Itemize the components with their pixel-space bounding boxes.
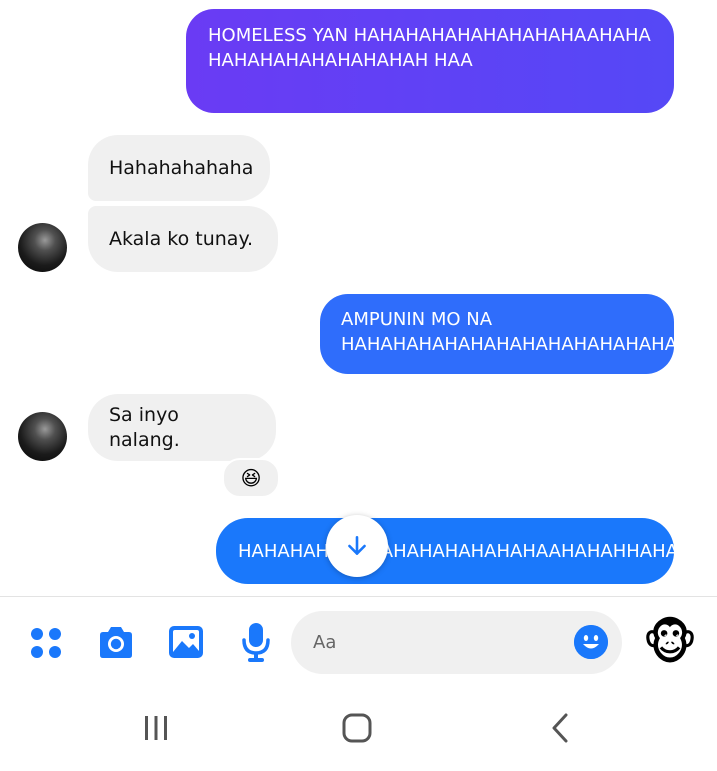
message-bubble-incoming[interactable]: Akala ko tunay.	[88, 206, 278, 272]
recent-apps-icon[interactable]	[136, 710, 176, 746]
monkey-sticker-icon[interactable]: 🐵	[642, 615, 698, 671]
chat-thread[interactable]: HOMELESS YAN HAHAHAHAHAHAHAHAHAAHAHAHAHA…	[0, 0, 717, 595]
contact-avatar[interactable]	[18, 223, 67, 272]
scroll-to-bottom-button[interactable]	[326, 515, 388, 577]
laughing-emoji-icon: 😆	[240, 466, 262, 490]
contact-avatar[interactable]	[18, 412, 67, 461]
back-icon[interactable]	[540, 708, 580, 748]
camera-icon[interactable]	[94, 621, 138, 665]
message-bubble-outgoing[interactable]: AMPUNIN MO NA HAHAHAHAHAHAHAHAHAHAHAHAHA	[320, 294, 677, 374]
emoji-icon[interactable]	[574, 625, 608, 659]
message-composer: 🐵	[0, 596, 717, 689]
message-input-wrapper	[291, 611, 622, 674]
arrow-down-icon	[348, 536, 366, 555]
message-reaction[interactable]: 😆	[222, 458, 280, 498]
message-bubble-outgoing[interactable]: HAHAHAHAHAHAHAHAHAHAHAHAAHAHAHHAHA	[216, 518, 678, 584]
gallery-icon[interactable]	[165, 621, 207, 663]
message-bubble-outgoing[interactable]: HOMELESS YAN HAHAHAHAHAHAHAHAHAAHAHAHAHA…	[186, 9, 674, 113]
microphone-icon[interactable]	[236, 619, 276, 665]
message-bubble-incoming[interactable]: Hahahahahaha	[88, 135, 270, 201]
system-navigation-bar	[0, 688, 717, 771]
apps-grid-icon[interactable]	[26, 623, 66, 663]
home-icon[interactable]	[336, 708, 378, 748]
message-bubble-incoming[interactable]: Sa inyo nalang.	[88, 394, 276, 461]
message-input[interactable]	[313, 611, 563, 674]
